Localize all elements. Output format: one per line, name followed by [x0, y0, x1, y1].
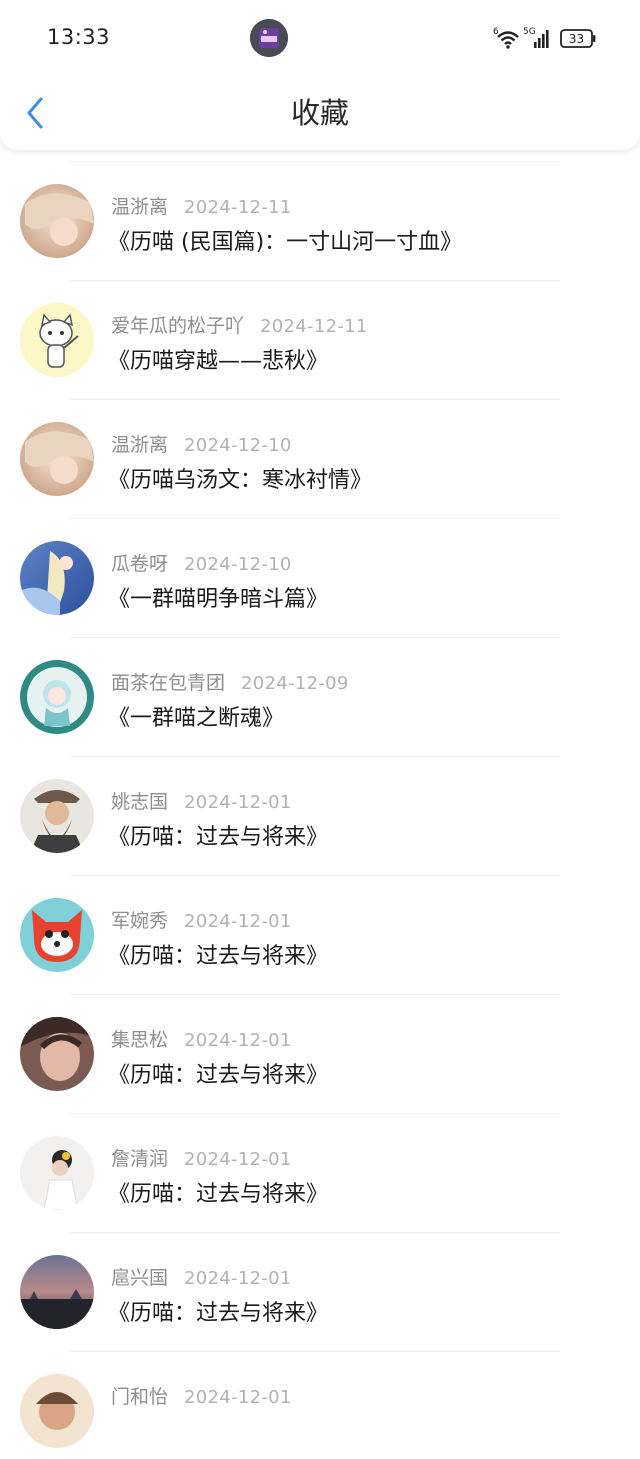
item-meta: 詹清润 2024-12-01	[111, 1144, 292, 1170]
favorite-item[interactable]: 面茶在包青团 2024-12-09 《一群喵之断魂》	[0, 626, 640, 757]
post-date: 2024-12-01	[184, 911, 292, 932]
favorite-item[interactable]: 姚志国 2024-12-01 《历喵：过去与将来》	[0, 745, 640, 876]
author-avatar[interactable]	[20, 1136, 94, 1210]
notification-avatar	[250, 19, 288, 57]
status-time: 13:33	[47, 25, 111, 49]
page-title: 收藏	[290, 96, 349, 130]
status-bar: 13:33 6 5G 33	[0, 0, 640, 76]
signal-label: 5G	[523, 27, 536, 37]
item-title[interactable]: 《历喵：过去与将来》	[108, 1176, 328, 1208]
favorite-item[interactable]: 集思松 2024-12-01 《历喵：过去与将来》	[0, 983, 640, 1114]
item-meta: 爱年瓜的松子吖 2024-12-11	[111, 311, 368, 337]
post-date: 2024-12-11	[260, 316, 368, 337]
author-name[interactable]: 爱年瓜的松子吖	[111, 315, 244, 337]
author-avatar[interactable]	[20, 660, 94, 734]
item-meta: 面茶在包青团 2024-12-09	[111, 668, 349, 694]
item-meta: 集思松 2024-12-01	[111, 1025, 292, 1051]
item-meta: 姚志国 2024-12-01	[111, 787, 292, 813]
app-header: 13:33 6 5G 33 收藏	[0, 0, 640, 150]
item-title[interactable]: 《历喵：过去与将来》	[108, 1295, 328, 1327]
favorite-item[interactable]: 门和怡 2024-12-01	[0, 1340, 640, 1459]
favorite-item[interactable]: 温浙离 2024-12-11 《历喵 (民国篇)：一寸山河一寸血》	[0, 150, 640, 281]
favorite-item[interactable]: 爱年瓜的松子吖 2024-12-11 《历喵穿越——悲秋》	[0, 269, 640, 400]
author-name[interactable]: 面茶在包青团	[111, 672, 225, 694]
post-date: 2024-12-11	[184, 197, 292, 218]
favorite-item[interactable]: 詹清润 2024-12-01 《历喵：过去与将来》	[0, 1102, 640, 1233]
author-avatar[interactable]	[20, 303, 94, 377]
post-date: 2024-12-01	[184, 1268, 292, 1289]
post-date: 2024-12-01	[184, 1030, 292, 1051]
cell-signal-icon: 5G	[523, 27, 549, 48]
item-title[interactable]: 《一群喵之断魂》	[108, 700, 284, 732]
author-avatar[interactable]	[20, 779, 94, 853]
item-meta: 温浙离 2024-12-10	[111, 430, 292, 456]
nav-bar: 收藏	[0, 76, 640, 150]
favorite-item[interactable]: 温浙离 2024-12-10 《历喵乌汤文：寒冰衬情》	[0, 388, 640, 519]
author-avatar[interactable]	[20, 1374, 94, 1448]
item-title[interactable]: 《一群喵明争暗斗篇》	[108, 581, 328, 613]
author-avatar[interactable]	[20, 1255, 94, 1329]
author-name[interactable]: 詹清润	[111, 1148, 168, 1170]
item-meta: 扈兴国 2024-12-01	[111, 1263, 292, 1289]
author-name[interactable]: 瓜卷呀	[111, 553, 168, 575]
favorite-item[interactable]: 瓜卷呀 2024-12-10 《一群喵明争暗斗篇》	[0, 507, 640, 638]
author-name[interactable]: 温浙离	[111, 196, 168, 218]
item-title[interactable]: 《历喵 (民国篇)：一寸山河一寸血》	[108, 224, 462, 256]
item-meta: 温浙离 2024-12-11	[111, 192, 292, 218]
author-name[interactable]: 集思松	[111, 1029, 168, 1051]
author-avatar[interactable]	[20, 184, 94, 258]
battery-icon: 33	[560, 29, 596, 48]
author-name[interactable]: 姚志国	[111, 791, 168, 813]
battery-level: 33	[569, 32, 584, 46]
author-avatar[interactable]	[20, 541, 94, 615]
item-title[interactable]: 《历喵乌汤文：寒冰衬情》	[108, 462, 372, 494]
status-icons: 6 5G 33	[490, 24, 600, 52]
favorite-item[interactable]: 扈兴国 2024-12-01 《历喵：过去与将来》	[0, 1221, 640, 1352]
item-title[interactable]: 《历喵穿越——悲秋》	[108, 343, 328, 375]
item-title[interactable]: 《历喵：过去与将来》	[108, 819, 328, 851]
post-date: 2024-12-10	[184, 554, 292, 575]
wifi-icon: 6	[493, 27, 519, 49]
item-meta: 军婉秀 2024-12-01	[111, 906, 292, 932]
post-date: 2024-12-01	[184, 1149, 292, 1170]
item-meta: 瓜卷呀 2024-12-10	[111, 549, 292, 575]
author-avatar[interactable]	[20, 422, 94, 496]
author-name[interactable]: 军婉秀	[111, 910, 168, 932]
author-avatar[interactable]	[20, 1017, 94, 1091]
item-meta: 门和怡 2024-12-01	[111, 1382, 292, 1408]
author-name[interactable]: 温浙离	[111, 434, 168, 456]
post-date: 2024-12-09	[241, 673, 349, 694]
author-name[interactable]: 扈兴国	[111, 1267, 168, 1289]
favorite-item[interactable]: 军婉秀 2024-12-01 《历喵：过去与将来》	[0, 864, 640, 995]
author-avatar[interactable]	[20, 898, 94, 972]
post-date: 2024-12-10	[184, 435, 292, 456]
item-title[interactable]: 《历喵：过去与将来》	[108, 938, 328, 970]
item-title[interactable]: 《历喵：过去与将来》	[108, 1057, 328, 1089]
post-date: 2024-12-01	[184, 792, 292, 813]
